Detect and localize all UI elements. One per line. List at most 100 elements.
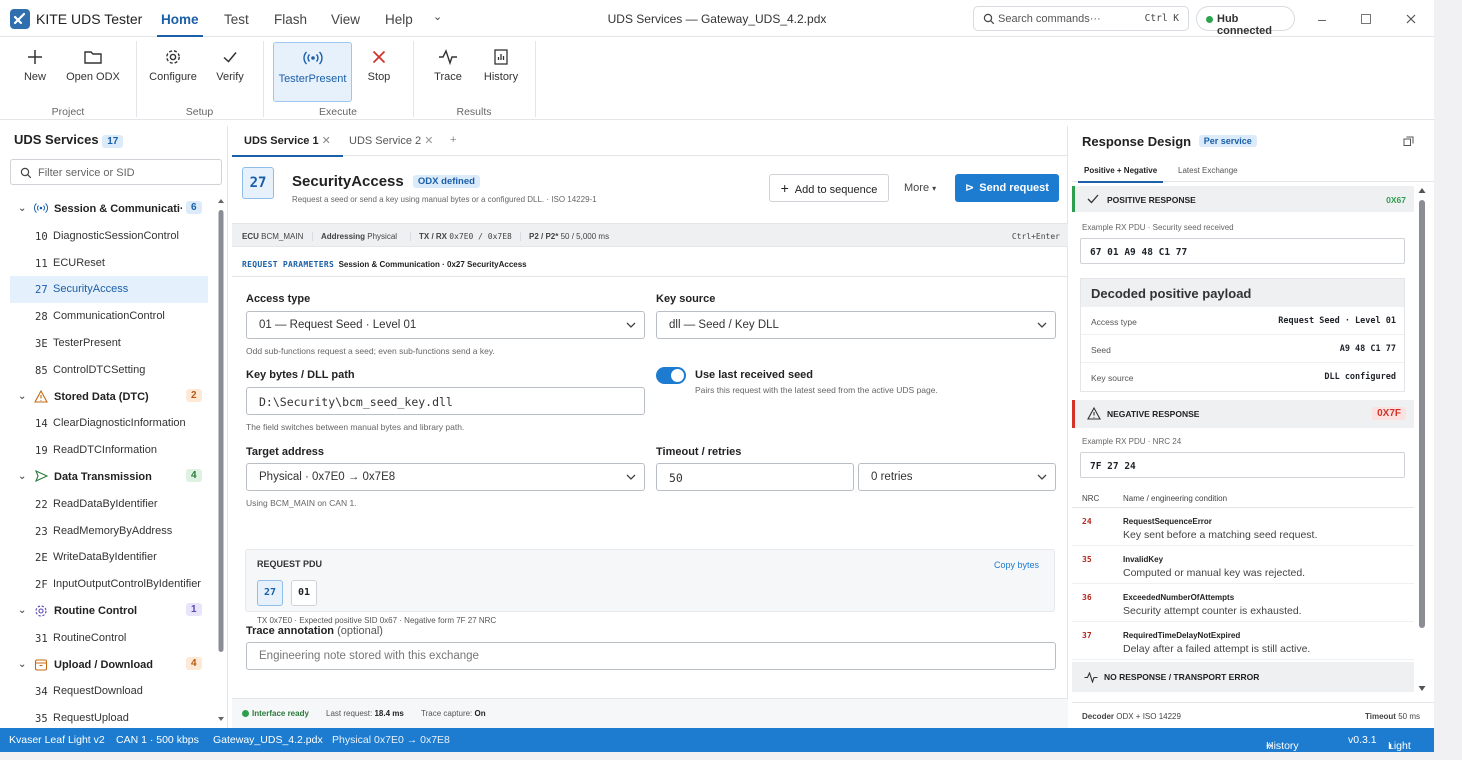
positive-example-pdu[interactable]: 67 01 A9 48 C1 77 <box>1080 238 1405 264</box>
use-last-seed-toggle[interactable] <box>656 367 686 384</box>
service-item-2f[interactable]: 2F InputOutputControlByIdentifier <box>0 571 214 598</box>
no-response-header[interactable]: NO RESPONSE / TRANSPORT ERROR <box>1072 662 1414 692</box>
decoder-info: Decoder ODX + ISO 14229 <box>1082 712 1181 721</box>
group-stored-data[interactable]: ⌄ Stored Data (DTC) 2 <box>0 384 214 411</box>
history-button[interactable]: History <box>478 43 524 99</box>
menu-test[interactable]: Test <box>224 12 249 27</box>
pdu-byte-subfunction[interactable]: 01 <box>291 580 317 606</box>
trace-label: Trace <box>434 71 462 83</box>
service-item-2e[interactable]: 2E WriteDataByIdentifier <box>0 544 214 571</box>
open-odx-button[interactable]: Open ODX <box>64 43 122 99</box>
chevron-down-icon: ⌄ <box>18 658 27 670</box>
group-label-project: Project <box>51 106 85 118</box>
tab-latest-exchange[interactable]: Latest Exchange <box>1178 166 1238 175</box>
tester-present-button[interactable]: TesterPresent <box>273 42 352 102</box>
timeout-input[interactable]: 50 <box>656 463 854 491</box>
group-routine-control[interactable]: ⌄ Routine Control 1 <box>0 598 214 625</box>
sidebar-scrollbar[interactable] <box>216 196 226 726</box>
service-filter-input[interactable]: Filter service or SID <box>10 159 222 185</box>
maximize-icon[interactable] <box>1358 11 1374 27</box>
retries-select[interactable]: 0 retries <box>858 463 1056 491</box>
timeout-value: 50 <box>669 471 683 485</box>
service-item-11[interactable]: 11 ECUReset <box>0 250 214 277</box>
decoded-key: Key source <box>1091 373 1134 383</box>
command-search[interactable]: Search commands··· Ctrl K <box>973 6 1189 31</box>
nrc-row[interactable]: 37 RequiredTimeDelayNotExpired Delay after… <box>1072 622 1414 660</box>
pdu-byte-sid[interactable]: 27 <box>257 580 283 606</box>
last-request-value: 18.4 ms <box>374 709 404 718</box>
menu-home[interactable]: Home <box>157 12 202 37</box>
menu-view[interactable]: View <box>331 12 360 27</box>
verify-button[interactable]: Verify <box>210 43 250 99</box>
ribbon-toolbar: New Open ODX Configure Verify TesterPres… <box>0 37 1434 120</box>
close-tab-icon[interactable]: ✕ <box>322 135 331 147</box>
new-tab-plus-icon[interactable]: + <box>450 134 456 146</box>
service-item-22[interactable]: 22 ReadDataByIdentifier <box>0 491 214 518</box>
nrc-code: 24 <box>1082 517 1092 526</box>
positive-response-header[interactable]: POSITIVE RESPONSE 0X67 <box>1072 186 1414 212</box>
addressing-value: Physical <box>367 232 398 241</box>
address-status[interactable]: Physical 0x7E0 → 0x7E8 <box>332 734 450 746</box>
menu-help[interactable]: Help <box>385 12 413 27</box>
trace-annotation-input[interactable]: Engineering note stored with this exchan… <box>246 642 1056 670</box>
response-scrollbar[interactable] <box>1416 184 1428 698</box>
optional-tag: (optional) <box>337 625 383 637</box>
target-address-value: Physical · 0x7E0 → 0x7E8 <box>259 471 396 483</box>
copy-bytes-link[interactable]: Copy bytes <box>994 560 1039 570</box>
close-tab-icon[interactable]: ✕ <box>424 135 433 147</box>
plus-icon <box>28 50 42 64</box>
group-label: Upload / Download <box>54 658 153 671</box>
minimize-icon[interactable]: – <box>1314 11 1330 27</box>
nrc-row[interactable]: 36 ExceededNumberOfAttempts Security attem… <box>1072 584 1414 622</box>
warning-icon <box>1087 407 1101 420</box>
hub-status-badge[interactable]: Hub connected <box>1196 6 1295 37</box>
can-status[interactable]: CAN 1 · 500 kbps <box>116 734 199 746</box>
chevron-down-icon <box>1037 322 1047 328</box>
device-status[interactable]: Kvaser Leaf Light v2 <box>9 734 105 746</box>
send-request-button[interactable]: ⊳ Send request <box>955 174 1059 202</box>
tab-positive-negative[interactable]: Positive + Negative <box>1077 166 1164 183</box>
decoded-value: DLL configured <box>1324 372 1396 382</box>
service-item-14[interactable]: 14 ClearDiagnosticInformation <box>0 410 214 437</box>
menu-flash[interactable]: Flash <box>274 12 307 27</box>
service-item-28[interactable]: 28 CommunicationControl <box>0 303 214 330</box>
tab-uds-service-2[interactable]: UDS Service 2 ✕ <box>349 134 433 147</box>
target-address-select[interactable]: Physical · 0x7E0 → 0x7E8 <box>246 463 645 491</box>
group-upload-download[interactable]: ⌄ Upload / Download 4 <box>0 652 214 679</box>
new-button[interactable]: New <box>14 43 56 99</box>
service-name: RequestDownload <box>53 685 143 698</box>
negative-example-pdu[interactable]: 7F 27 24 <box>1080 452 1405 478</box>
configure-button[interactable]: Configure <box>146 43 200 99</box>
access-type-select[interactable]: 01 — Request Seed · Level 01 <box>246 311 645 339</box>
service-item-3e[interactable]: 3E TesterPresent <box>0 330 214 357</box>
service-item-34[interactable]: 34 RequestDownload <box>0 678 214 705</box>
service-name: SecurityAccess <box>53 283 129 296</box>
more-button[interactable]: More ▾ <box>904 182 936 194</box>
service-item-85[interactable]: 85 ControlDTCSetting <box>0 357 214 384</box>
file-status[interactable]: Gateway_UDS_4.2.pdx <box>213 734 323 746</box>
service-item-27[interactable]: 27 SecurityAccess <box>10 276 208 304</box>
service-item-19[interactable]: 19 ReadDTCInformation <box>0 437 214 464</box>
nrc-row[interactable]: 35 InvalidKey Computed or manual key was r… <box>1072 546 1414 584</box>
nrc-row[interactable]: 24 RequestSequenceError Key sent before a … <box>1072 508 1414 546</box>
negative-response-header[interactable]: NEGATIVE RESPONSE 0X7F <box>1072 400 1414 428</box>
group-data-transmission[interactable]: ⌄ Data Transmission 4 <box>0 464 214 491</box>
key-source-select[interactable]: dll — Seed / Key DLL <box>656 311 1056 339</box>
service-item-35[interactable]: 35 RequestUpload <box>0 705 214 728</box>
service-item-31[interactable]: 31 RoutineControl <box>0 625 214 652</box>
stop-x-icon <box>372 50 386 64</box>
menu-overflow-chevron-icon[interactable]: ⌄ <box>433 10 442 23</box>
access-type-value: 01 — Request Seed · Level 01 <box>259 319 417 331</box>
key-bytes-input[interactable]: D:\Security\bcm_seed_key.dll <box>246 387 645 415</box>
close-icon[interactable] <box>1403 11 1419 27</box>
trace-button[interactable]: Trace <box>428 43 468 99</box>
group-session[interactable]: ⌄ Session & Communicati··· 6 <box>0 196 214 223</box>
service-item-10[interactable]: 10 DiagnosticSessionControl <box>0 223 214 250</box>
service-item-23[interactable]: 23 ReadMemoryByAddress <box>0 518 214 545</box>
response-scroll-area: POSITIVE RESPONSE 0X67 Example RX PDU · … <box>1072 184 1418 702</box>
service-title: SecurityAccess ODX defined <box>292 173 480 190</box>
tab-uds-service-1[interactable]: UDS Service 1 ✕ <box>232 134 343 157</box>
stop-button[interactable]: Stop <box>360 43 398 99</box>
copy-icon[interactable] <box>1403 136 1414 147</box>
add-to-sequence-button[interactable]: + Add to sequence <box>769 174 889 202</box>
